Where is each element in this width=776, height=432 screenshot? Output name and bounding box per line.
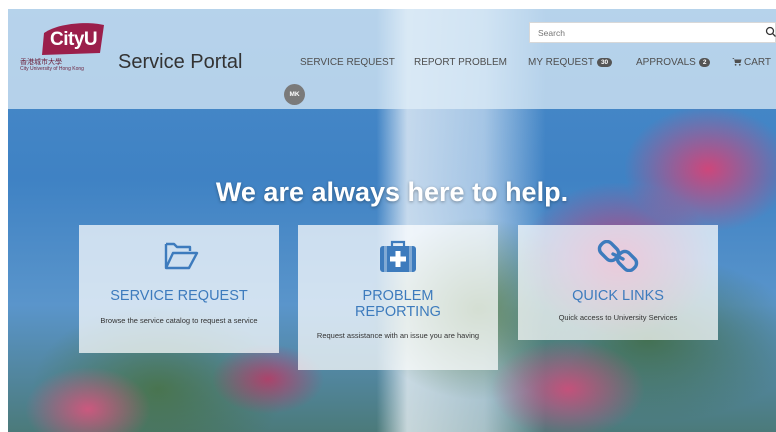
folder-open-icon: [164, 242, 199, 270]
nav-my-request[interactable]: MY REQUEST 30: [528, 57, 613, 68]
search-icon[interactable]: [765, 26, 776, 38]
cart-icon: [732, 58, 742, 66]
nav-approvals[interactable]: APPROVALS 2: [636, 57, 711, 68]
nav-cart-label: CART: [744, 57, 772, 68]
my-request-count-badge: 30: [596, 58, 613, 67]
card-problem-reporting-title-line1: PROBLEM: [362, 288, 434, 304]
nav-approvals-label: APPROVALS: [636, 57, 696, 68]
search-input[interactable]: [530, 23, 746, 43]
logo-english-name: City University of Hong Kong: [20, 66, 84, 72]
card-problem-reporting[interactable]: PROBLEM REPORTING Request assistance wit…: [298, 225, 498, 370]
link-icon: [597, 240, 639, 272]
card-problem-reporting-title: PROBLEM REPORTING: [298, 288, 498, 320]
logo-text: CityU: [50, 29, 98, 50]
card-problem-reporting-title-line2: REPORTING: [355, 304, 441, 320]
service-portal-page: CityU 香港城市大學 City University of Hong Kon…: [8, 9, 776, 432]
search-box[interactable]: [529, 22, 776, 43]
hero-headline: We are always here to help.: [215, 177, 569, 207]
approvals-count-badge: 2: [698, 58, 711, 67]
user-avatar[interactable]: MK: [284, 84, 305, 105]
card-service-request-description: Browse the service catalog to request a …: [100, 316, 258, 325]
portal-title[interactable]: Service Portal: [118, 51, 243, 74]
card-service-request[interactable]: SERVICE REQUEST Browse the service catal…: [79, 225, 279, 353]
card-problem-reporting-description: Request assistance with an issue you are…: [316, 331, 480, 340]
nav-report-problem[interactable]: REPORT PROBLEM: [414, 57, 507, 68]
card-quick-links[interactable]: QUICK LINKS Quick access to University S…: [518, 225, 718, 340]
nav-cart[interactable]: CART: [732, 57, 771, 68]
nav-service-request[interactable]: SERVICE REQUEST: [300, 57, 395, 68]
nav-my-request-label: MY REQUEST: [528, 57, 594, 68]
header: CityU 香港城市大學 City University of Hong Kon…: [8, 9, 776, 109]
cityu-logo[interactable]: CityU 香港城市大學 City University of Hong Kon…: [18, 19, 108, 79]
medkit-icon: [380, 240, 416, 272]
card-service-request-title: SERVICE REQUEST: [110, 288, 248, 304]
card-quick-links-description: Quick access to University Services: [558, 313, 678, 322]
card-quick-links-title: QUICK LINKS: [572, 288, 664, 304]
